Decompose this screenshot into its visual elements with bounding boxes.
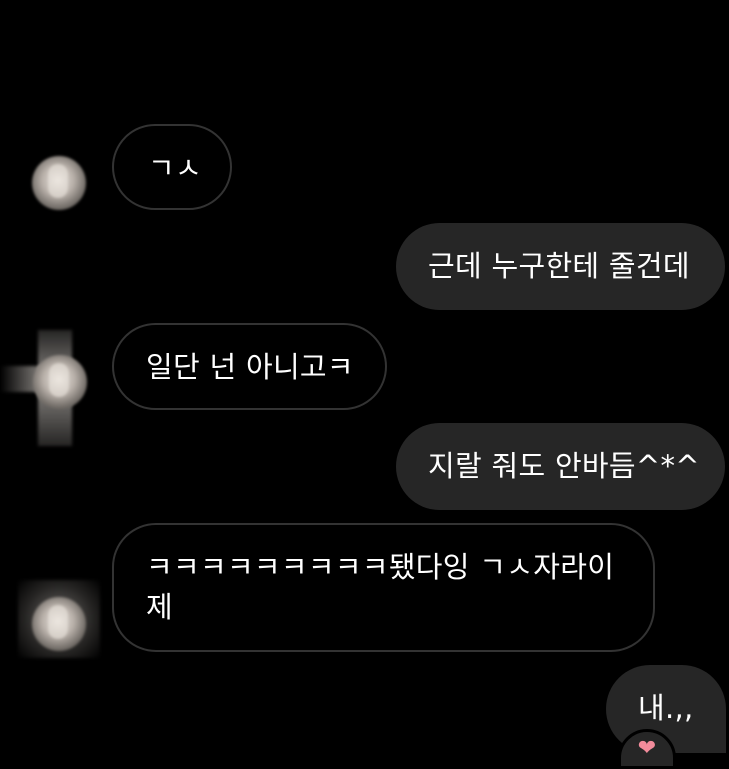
sender-avatar[interactable] bbox=[33, 355, 87, 409]
message-text: ㄱㅅ bbox=[148, 151, 202, 185]
message-text: 일단 넌 아니고ㅋ bbox=[146, 350, 354, 384]
message-text: ㅋㅋㅋㅋㅋㅋㅋㅋㅋ됐다잉 ㄱㅅ자라이 제 bbox=[146, 550, 615, 624]
message-text: 내.,, bbox=[638, 691, 694, 725]
outgoing-message[interactable]: 근데 누구한테 줄건데 bbox=[396, 223, 725, 310]
outgoing-message[interactable]: 지랄 줘도 안바듬^*^ bbox=[396, 423, 725, 510]
heart-icon: ❤ bbox=[637, 736, 657, 761]
incoming-message[interactable]: ㅋㅋㅋㅋㅋㅋㅋㅋㅋ됐다잉 ㄱㅅ자라이 제 bbox=[112, 523, 655, 652]
message-text: 지랄 줘도 안바듬^*^ bbox=[428, 449, 700, 483]
incoming-message[interactable]: 일단 넌 아니고ㅋ bbox=[112, 323, 387, 410]
sender-avatar[interactable] bbox=[32, 597, 86, 651]
incoming-message[interactable]: ㄱㅅ bbox=[112, 124, 232, 210]
message-text: 근데 누구한테 줄건데 bbox=[428, 249, 690, 283]
sender-avatar[interactable] bbox=[32, 156, 86, 210]
chat-thread: ㄱㅅ 근데 누구한테 줄건데 일단 넌 아니고ㅋ 지랄 줘도 안바듬^*^ ㅋㅋ… bbox=[0, 0, 729, 769]
